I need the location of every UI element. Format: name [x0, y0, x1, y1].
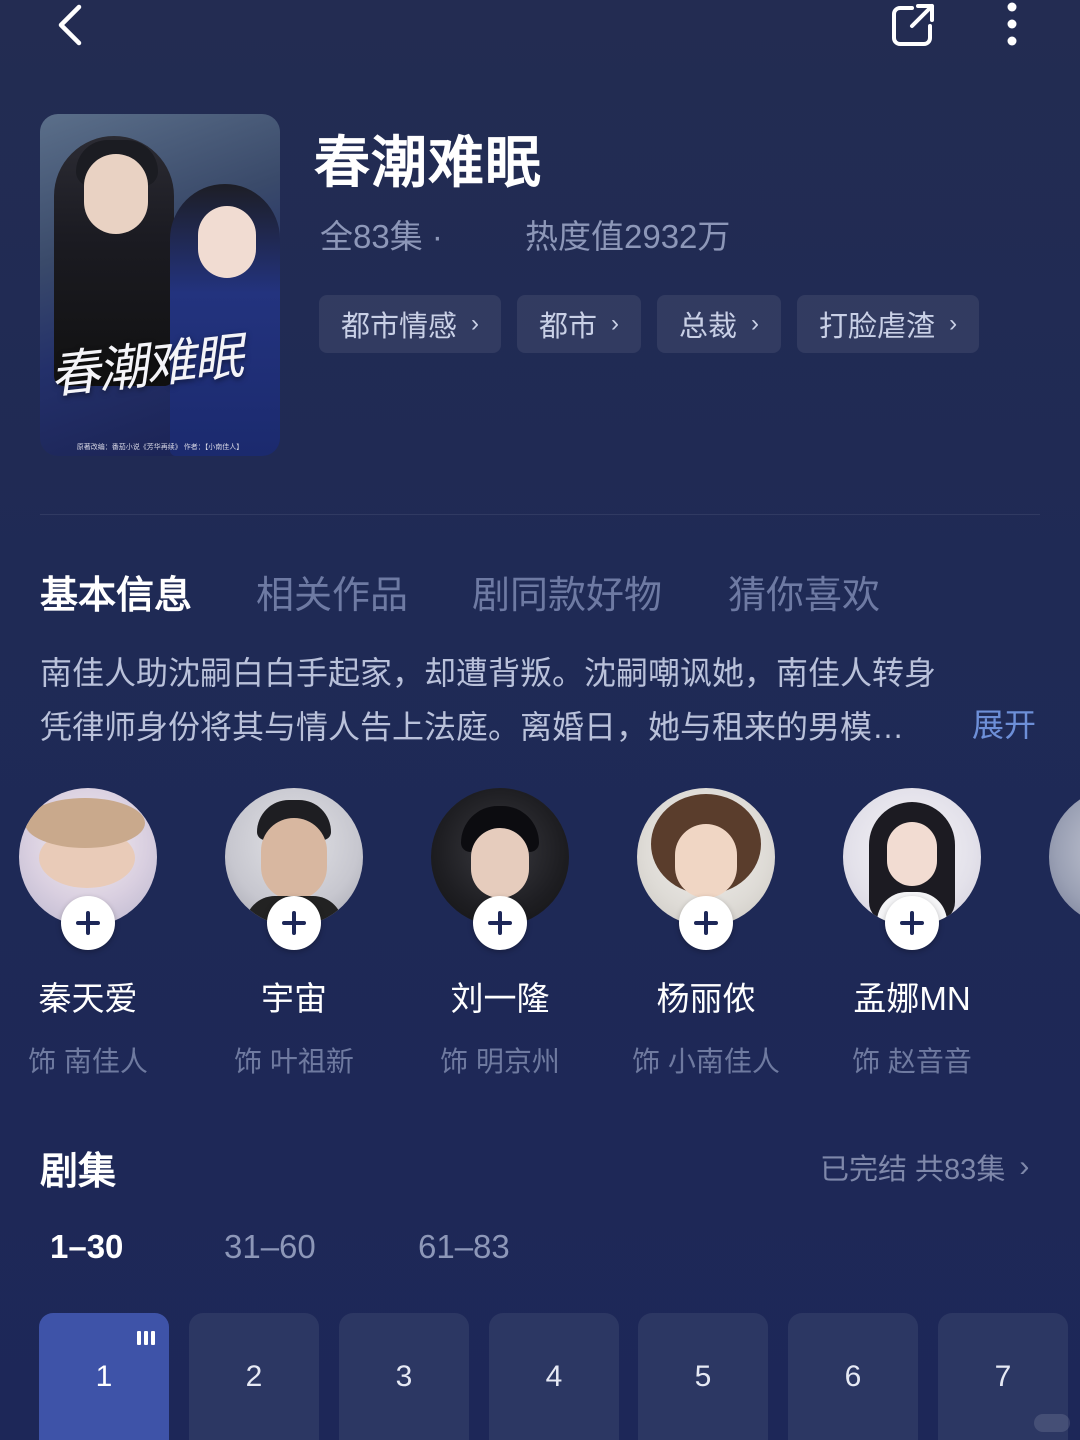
range-tab[interactable]: 61–83 — [418, 1228, 510, 1266]
synopsis-body: 南佳人助沈嗣白白手起家，却遭背叛。沈嗣嘲讽她，南佳人转身凭律师身份将其与情人告上… — [40, 655, 937, 745]
avatar[interactable] — [843, 788, 981, 950]
avatar[interactable] — [431, 788, 569, 950]
follow-button[interactable] — [679, 896, 733, 950]
episode-button[interactable]: 3 — [339, 1313, 469, 1440]
follow-button[interactable] — [885, 896, 939, 950]
expand-button[interactable]: 展开 — [972, 700, 1036, 746]
episode-number: 2 — [245, 1359, 263, 1393]
cast-name: 孟娜MN — [853, 980, 971, 1017]
cast-member-partial-clip: 三 饰 — [1000, 788, 1080, 1088]
cast-name: 杨丽侬 — [656, 980, 756, 1017]
top-bar — [0, 0, 1080, 60]
back-button[interactable] — [40, 0, 100, 50]
chevron-left-icon — [58, 4, 82, 46]
tag-chip[interactable]: 都市情感 › — [319, 295, 502, 353]
tag-chip[interactable]: 打脸虐渣 › — [797, 295, 980, 353]
episode-number: 7 — [994, 1359, 1012, 1393]
episode-button[interactable]: 5 — [638, 1313, 768, 1440]
episode-count: 全83集 · — [320, 218, 443, 255]
cast-name: 秦天爱 — [38, 980, 138, 1017]
plus-icon — [76, 911, 100, 935]
tab-recommendations[interactable]: 猜你喜欢 — [728, 564, 880, 619]
chevron-right-icon: › — [751, 310, 760, 337]
plus-icon — [282, 911, 306, 935]
tag-label: 都市 — [539, 311, 598, 343]
cast-member[interactable]: 杨丽侬 饰 小南佳人 — [626, 788, 786, 1080]
cast-member[interactable]: 刘一隆 饰 明京州 — [420, 788, 580, 1080]
episode-number: 5 — [694, 1359, 712, 1393]
cast-role: 饰 小南佳人 — [632, 1046, 780, 1077]
tab-related-works[interactable]: 相关作品 — [256, 564, 408, 619]
chevron-right-icon: › — [611, 310, 620, 337]
avatar[interactable] — [225, 788, 363, 950]
synopsis-text: 南佳人助沈嗣白白手起家，却遭背叛。沈嗣嘲讽她，南佳人转身凭律师身份将其与情人告上… — [40, 646, 1040, 754]
episode-button[interactable]: 2 — [189, 1313, 319, 1440]
chevron-right-icon: › — [949, 310, 958, 337]
tag-chip[interactable]: 都市 › — [517, 295, 642, 353]
cast-role: 饰 叶祖新 — [234, 1046, 354, 1077]
episode-number: 4 — [545, 1359, 563, 1393]
cast-member[interactable]: 宇宙 饰 叶祖新 — [214, 788, 374, 1080]
episode-button[interactable]: 4 — [489, 1313, 619, 1440]
plus-icon — [694, 911, 718, 935]
more-button[interactable] — [990, 0, 1034, 50]
episode-button[interactable]: 1 — [39, 1313, 169, 1440]
cast-name: 刘一隆 — [450, 980, 550, 1017]
episode-number: 1 — [95, 1359, 113, 1393]
share-icon — [892, 4, 934, 46]
plus-icon — [900, 911, 924, 935]
cast-member[interactable]: 三 饰 — [1038, 788, 1080, 1080]
drama-title: 春潮难眠 — [314, 131, 542, 194]
episodes-title: 剧集 — [40, 1151, 117, 1193]
plus-icon — [488, 911, 512, 935]
tab-merch[interactable]: 剧同款好物 — [472, 564, 662, 619]
range-tab[interactable]: 31–60 — [224, 1228, 316, 1266]
tag-chip[interactable]: 总裁 › — [657, 295, 782, 353]
more-vertical-icon — [1007, 2, 1017, 46]
drama-poster[interactable]: 春潮难眠 原著改编：番茄小说《芳华再续》 作者：【小南佳人】 — [40, 114, 280, 456]
follow-button[interactable] — [61, 896, 115, 950]
now-playing-icon — [137, 1331, 155, 1345]
poster-figure-male-face — [84, 154, 148, 234]
range-tab[interactable]: 1–30 — [50, 1228, 123, 1266]
cast-name: 宇宙 — [261, 980, 327, 1017]
avatar[interactable] — [19, 788, 157, 950]
poster-credit: 原著改编：番茄小说《芳华再续》 作者：【小南佳人】 — [76, 444, 244, 451]
follow-button[interactable] — [267, 896, 321, 950]
avatar[interactable] — [1049, 788, 1080, 926]
genre-tags: 都市情感 › 都市 › 总裁 › 打脸虐渣 › — [319, 295, 980, 353]
cast-role: 饰 赵音音 — [852, 1046, 972, 1077]
cast-role: 饰 明京州 — [440, 1046, 560, 1077]
episode-button[interactable]: 6 — [788, 1313, 918, 1440]
chevron-right-icon: › — [1019, 1150, 1030, 1183]
episode-number: 3 — [395, 1359, 413, 1393]
cast-member[interactable]: 秦天爱 饰 南佳人 — [8, 788, 168, 1080]
tag-label: 总裁 — [679, 311, 738, 343]
chevron-right-icon: › — [471, 310, 480, 337]
tag-label: 都市情感 — [341, 311, 458, 343]
cast-role: 饰 南佳人 — [28, 1046, 148, 1077]
cast-name: 三 — [1038, 972, 1080, 1020]
tag-label: 打脸虐渣 — [819, 311, 936, 343]
divider — [40, 514, 1040, 515]
tab-basic-info[interactable]: 基本信息 — [40, 564, 192, 619]
share-button[interactable] — [880, 0, 946, 50]
episodes-status-link[interactable]: 已完结 共83集 › — [820, 1146, 1029, 1188]
avatar[interactable] — [637, 788, 775, 950]
episode-number: 6 — [844, 1359, 862, 1393]
heat-value: 热度值2932万 — [525, 218, 731, 255]
follow-button[interactable] — [473, 896, 527, 950]
watermark-logo — [1034, 1414, 1070, 1432]
cast-member[interactable]: 孟娜MN 饰 赵音音 — [832, 788, 992, 1080]
cast-role: 饰 — [1038, 1040, 1080, 1080]
episodes-status: 已完结 共83集 — [820, 1154, 1006, 1186]
poster-figure-female-face — [198, 206, 256, 278]
